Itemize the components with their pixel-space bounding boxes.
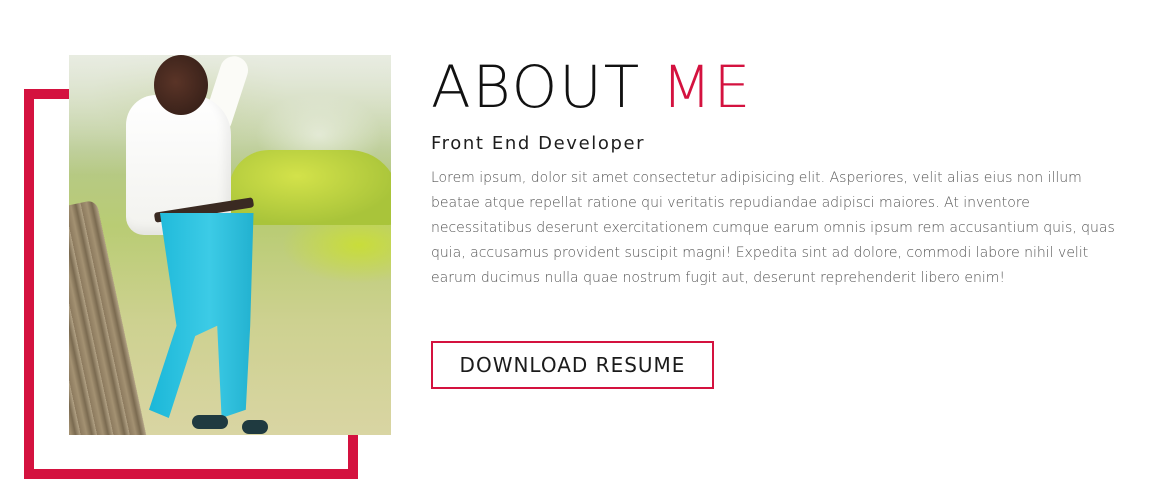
photo-head: [154, 55, 208, 115]
about-content: ABOUT ME Front End Developer Lorem ipsum…: [431, 52, 1151, 291]
photo-shoe: [242, 420, 268, 434]
download-resume-label: DOWNLOAD RESUME: [459, 353, 686, 377]
about-description: Lorem ipsum, dolor sit amet consectetur …: [431, 170, 1115, 286]
about-heading-main: ABOUT: [431, 53, 662, 121]
about-heading-accent: ME: [661, 53, 753, 121]
photo-blue-pants: [149, 213, 254, 418]
photo-person: [114, 55, 304, 435]
about-subtitle: Front End Developer: [431, 133, 646, 154]
about-heading: ABOUT ME: [431, 52, 1151, 122]
profile-photo: [69, 55, 391, 435]
about-section: ABOUT ME Front End Developer Lorem ipsum…: [0, 0, 1174, 494]
photo-shoe: [192, 415, 228, 429]
download-resume-button[interactable]: DOWNLOAD RESUME: [431, 341, 714, 389]
